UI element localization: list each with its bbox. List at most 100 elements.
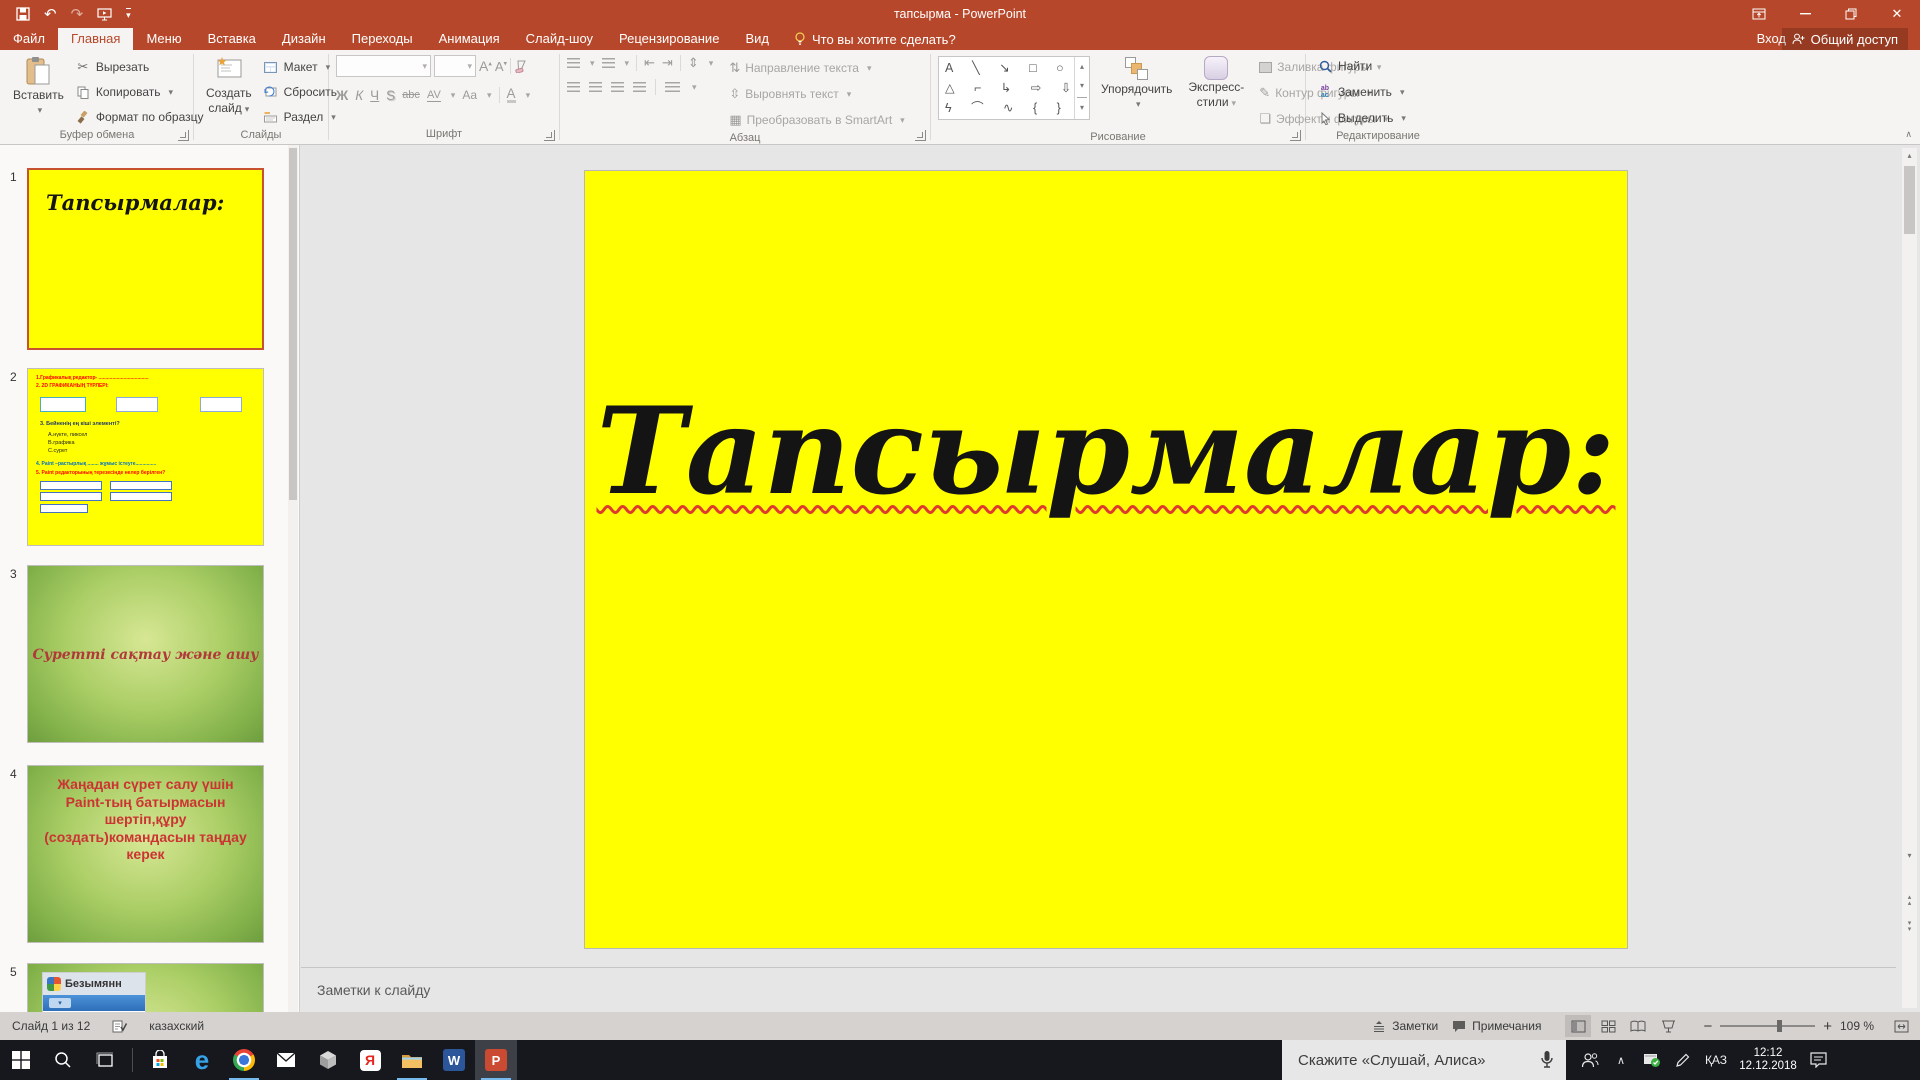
dialog-launcher-icon[interactable]	[544, 130, 555, 141]
font-color-button[interactable]: А	[507, 87, 516, 103]
format-painter-button[interactable]: Формат по образцу	[71, 106, 208, 128]
view-slideshow-button[interactable]	[1655, 1015, 1681, 1037]
main-scrollbar[interactable]: ▴ ▾ ▴▴ ▾▾	[1902, 148, 1917, 1008]
quick-styles-button[interactable]: Экспресс- стили▾	[1183, 54, 1249, 113]
chrome-app-icon[interactable]	[223, 1040, 265, 1080]
slide-thumbnail-5[interactable]: Безымянн ▾	[27, 963, 264, 1012]
security-status-icon[interactable]	[1640, 1040, 1664, 1080]
slide-canvas[interactable]: Тапсырмалар:	[584, 170, 1628, 949]
customize-qat-icon[interactable]: ▾	[126, 8, 131, 21]
notes-toggle[interactable]: Заметки	[1372, 1019, 1438, 1033]
strikethrough-button[interactable]: abc	[402, 89, 420, 101]
convert-smartart-button[interactable]: ▦Преобразовать в SmartArt▾	[725, 109, 908, 131]
pen-settings-icon[interactable]	[1671, 1040, 1695, 1080]
tab-slideshow[interactable]: Слайд-шоу	[513, 28, 606, 50]
tab-review[interactable]: Рецензирование	[606, 28, 732, 50]
slide-thumbnail-4[interactable]: Жаңадан сүрет салу үшін Paint-тың батырм…	[27, 765, 264, 943]
shrink-font-icon[interactable]: A▾	[495, 59, 507, 74]
view-normal-button[interactable]	[1565, 1015, 1591, 1037]
numbering-icon[interactable]	[602, 58, 615, 68]
yandex-app-icon[interactable]: Я	[349, 1040, 391, 1080]
bullets-icon[interactable]	[567, 58, 580, 68]
tab-file[interactable]: Файл	[0, 28, 58, 50]
shapes-gallery-scroll[interactable]: ▴ ▾ ▾	[1074, 57, 1089, 119]
scrollbar-thumb[interactable]	[1904, 166, 1915, 234]
tab-menu[interactable]: Меню	[133, 28, 194, 50]
reset-button[interactable]: Сбросить	[259, 81, 341, 103]
powerpoint-app-icon[interactable]: P	[475, 1040, 517, 1080]
fit-to-window-button[interactable]	[1888, 1015, 1914, 1037]
align-text-button[interactable]: ⇳Выровнять текст▾	[725, 83, 908, 105]
slide-thumbnail-1[interactable]: Тапсырмалар:	[27, 168, 264, 350]
next-slide-button[interactable]: ▾▾	[1902, 916, 1917, 938]
scroll-down-icon[interactable]: ▾	[1902, 848, 1917, 863]
grow-font-icon[interactable]: A▴	[479, 58, 492, 74]
previous-slide-button[interactable]: ▴▴	[1902, 890, 1917, 912]
zoom-in-button[interactable]: +	[1823, 1018, 1832, 1035]
text-shadow-button[interactable]: S	[386, 88, 395, 103]
underline-button[interactable]: Ч	[370, 88, 379, 103]
align-left-icon[interactable]	[567, 82, 580, 92]
action-center-icon[interactable]	[1806, 1040, 1830, 1080]
cube-app-icon[interactable]	[307, 1040, 349, 1080]
task-view-button[interactable]	[84, 1040, 126, 1080]
start-slideshow-icon[interactable]	[97, 8, 112, 21]
language-indicator[interactable]: ҚАЗ	[1702, 1053, 1730, 1067]
ribbon-display-options-icon[interactable]	[1736, 0, 1782, 28]
mail-app-icon[interactable]	[265, 1040, 307, 1080]
slide-thumbnail-3[interactable]: Суретті сақтау және ашу	[27, 565, 264, 743]
store-app-icon[interactable]	[139, 1040, 181, 1080]
notes-pane[interactable]: Заметки к слайду	[301, 967, 1896, 1012]
dialog-launcher-icon[interactable]	[178, 130, 189, 141]
restore-button[interactable]	[1828, 0, 1874, 28]
cut-button[interactable]: ✂Вырезать	[71, 56, 208, 78]
tab-transitions[interactable]: Переходы	[339, 28, 426, 50]
tab-home[interactable]: Главная	[58, 28, 133, 50]
zoom-slider-thumb[interactable]	[1777, 1020, 1782, 1032]
language-status[interactable]: казахский	[149, 1019, 204, 1033]
word-app-icon[interactable]: W	[433, 1040, 475, 1080]
font-name-combo[interactable]: ▾	[336, 55, 431, 77]
arrange-button[interactable]: Упорядочить ▾	[1096, 54, 1177, 114]
view-reading-button[interactable]	[1625, 1015, 1651, 1037]
zoom-out-button[interactable]: −	[1703, 1018, 1712, 1035]
clock[interactable]: 12:12 12.12.2018	[1737, 1047, 1799, 1073]
scroll-up-icon[interactable]: ▴	[1902, 148, 1917, 163]
zoom-level[interactable]: 109 %	[1840, 1019, 1874, 1033]
dialog-launcher-icon[interactable]	[915, 130, 926, 141]
spellcheck-icon[interactable]	[112, 1019, 127, 1033]
line-spacing-icon[interactable]: ⇕	[688, 55, 699, 71]
new-slide-button[interactable]: Создать слайд▾	[201, 54, 257, 119]
columns-icon[interactable]	[665, 82, 680, 92]
align-right-icon[interactable]	[611, 82, 624, 92]
edge-app-icon[interactable]: e	[181, 1040, 223, 1080]
replace-button[interactable]: abacЗаменить▾	[1313, 81, 1443, 103]
scrollbar-thumb[interactable]	[289, 148, 297, 500]
start-button[interactable]	[0, 1040, 42, 1080]
find-button[interactable]: Найти	[1313, 55, 1443, 77]
select-button[interactable]: Выделить▾	[1313, 107, 1443, 129]
share-button[interactable]: Общий доступ	[1782, 28, 1908, 50]
shapes-gallery[interactable]: A ╲ ↘ □ ○ ▢ △ ⌐ ↳ ⇨ ⇩ ⌂ ϟ ⌒ ∿ { } ☆ ▴ ▾ …	[938, 56, 1090, 120]
file-explorer-icon[interactable]	[391, 1040, 433, 1080]
italic-button[interactable]: К	[355, 88, 363, 103]
clear-formatting-icon[interactable]	[514, 60, 528, 73]
save-icon[interactable]	[16, 7, 30, 21]
change-case-button[interactable]: Aa	[462, 88, 477, 102]
thumbnails-scrollbar[interactable]	[288, 145, 298, 1012]
increase-indent-icon[interactable]: ⇥	[662, 55, 673, 71]
character-spacing-button[interactable]: AV	[427, 89, 441, 102]
justify-icon[interactable]	[633, 82, 646, 92]
people-icon[interactable]	[1578, 1040, 1602, 1080]
minimize-button[interactable]	[1782, 0, 1828, 28]
tab-animations[interactable]: Анимация	[426, 28, 513, 50]
layout-button[interactable]: Макет▾	[259, 56, 341, 78]
tab-view[interactable]: Вид	[732, 28, 782, 50]
tab-insert[interactable]: Вставка	[195, 28, 269, 50]
copy-button[interactable]: Копировать▾	[71, 81, 208, 103]
collapse-ribbon-icon[interactable]: ∧	[1905, 129, 1912, 140]
slide-title[interactable]: Тапсырмалар:	[596, 381, 1615, 522]
dialog-launcher-icon[interactable]	[1290, 130, 1301, 141]
section-button[interactable]: Раздел▾	[259, 106, 341, 128]
zoom-slider[interactable]	[1720, 1025, 1815, 1027]
